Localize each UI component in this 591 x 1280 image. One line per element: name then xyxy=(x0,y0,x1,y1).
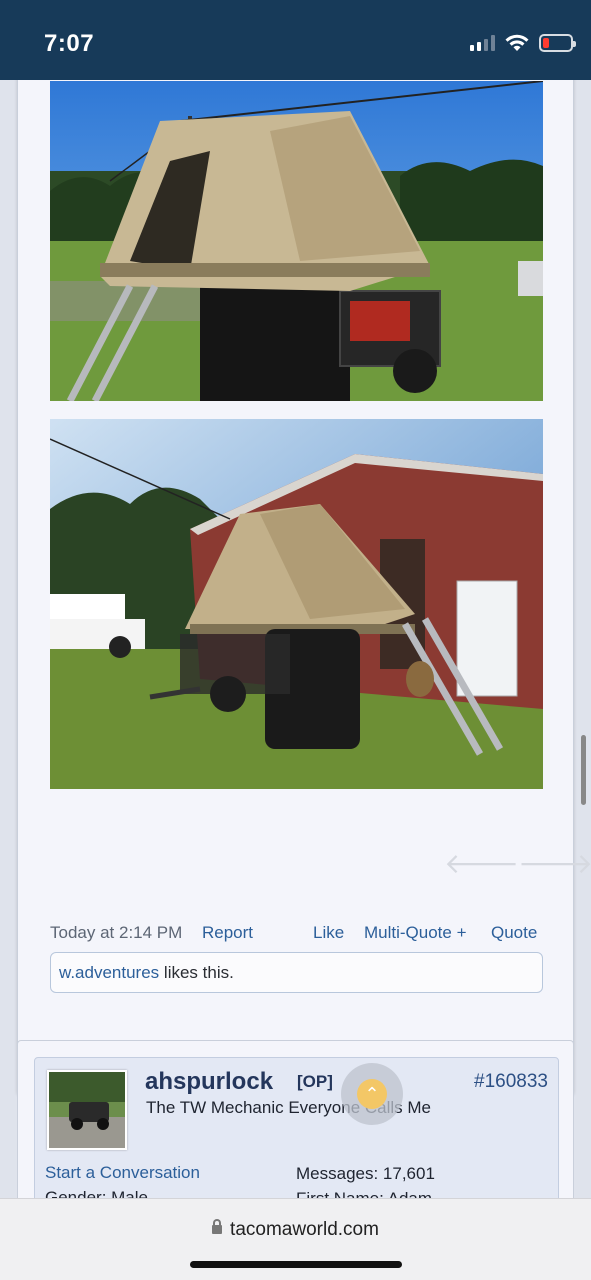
browser-url-bar[interactable]: tacomaworld.com xyxy=(0,1198,591,1280)
username-link[interactable]: ahspurlock xyxy=(145,1068,273,1096)
home-indicator[interactable] xyxy=(190,1261,402,1268)
report-link[interactable]: Report xyxy=(202,923,253,943)
url-display[interactable]: tacomaworld.com xyxy=(0,1219,591,1241)
avatar[interactable] xyxy=(47,1070,127,1150)
status-bar: 7:07 xyxy=(0,0,591,80)
post-card: 🡐 🡒 Today at 2:14 PM Report Like Multi-Q… xyxy=(17,80,591,1095)
lock-icon xyxy=(212,1219,223,1234)
tent-trailer-photo-1[interactable] xyxy=(50,81,543,401)
post-date[interactable]: Today at 2:14 PM xyxy=(50,923,182,943)
likes-suffix-text: likes this. xyxy=(159,963,234,982)
scrollbar[interactable] xyxy=(581,735,586,805)
clock: 7:07 xyxy=(44,30,95,57)
status-icons xyxy=(470,32,576,54)
next-arrow-icon[interactable]: 🡒 xyxy=(518,846,591,880)
likes-summary: w.adventures likes this. xyxy=(50,952,543,993)
op-tag: [OP] xyxy=(297,1072,333,1091)
arrow-up-icon: ⌃ xyxy=(357,1079,387,1109)
like-link[interactable]: Like xyxy=(313,923,344,943)
gender-field: Gender: Male xyxy=(45,1188,148,1198)
multi-quote-link[interactable]: Multi-Quote + xyxy=(364,923,467,943)
cellular-signal-icon xyxy=(470,35,495,51)
liker-username-link[interactable]: w.adventures xyxy=(59,963,159,982)
post-number-link[interactable]: #160833 xyxy=(474,1071,548,1093)
user-info-panel: ahspurlock [OP] #160833 The TW Mechanic … xyxy=(34,1057,559,1198)
tent-trailer-photo-2[interactable] xyxy=(50,419,543,789)
page-content: 🡐 🡒 Today at 2:14 PM Report Like Multi-Q… xyxy=(0,80,591,1198)
previous-arrow-icon[interactable]: 🡐 xyxy=(444,846,519,880)
quote-link[interactable]: Quote xyxy=(491,923,537,943)
battery-low-icon xyxy=(539,34,576,52)
start-conversation-link[interactable]: Start a Conversation xyxy=(45,1163,200,1183)
url-domain: tacomaworld.com xyxy=(230,1219,379,1240)
messages-count: Messages: 17,601 xyxy=(296,1164,435,1183)
scroll-to-top-button[interactable]: ⌃ xyxy=(341,1063,403,1125)
next-post-card: ahspurlock [OP] #160833 The TW Mechanic … xyxy=(17,1040,574,1198)
first-name-field: First Name: Adam xyxy=(296,1189,432,1198)
wifi-icon xyxy=(505,34,529,51)
